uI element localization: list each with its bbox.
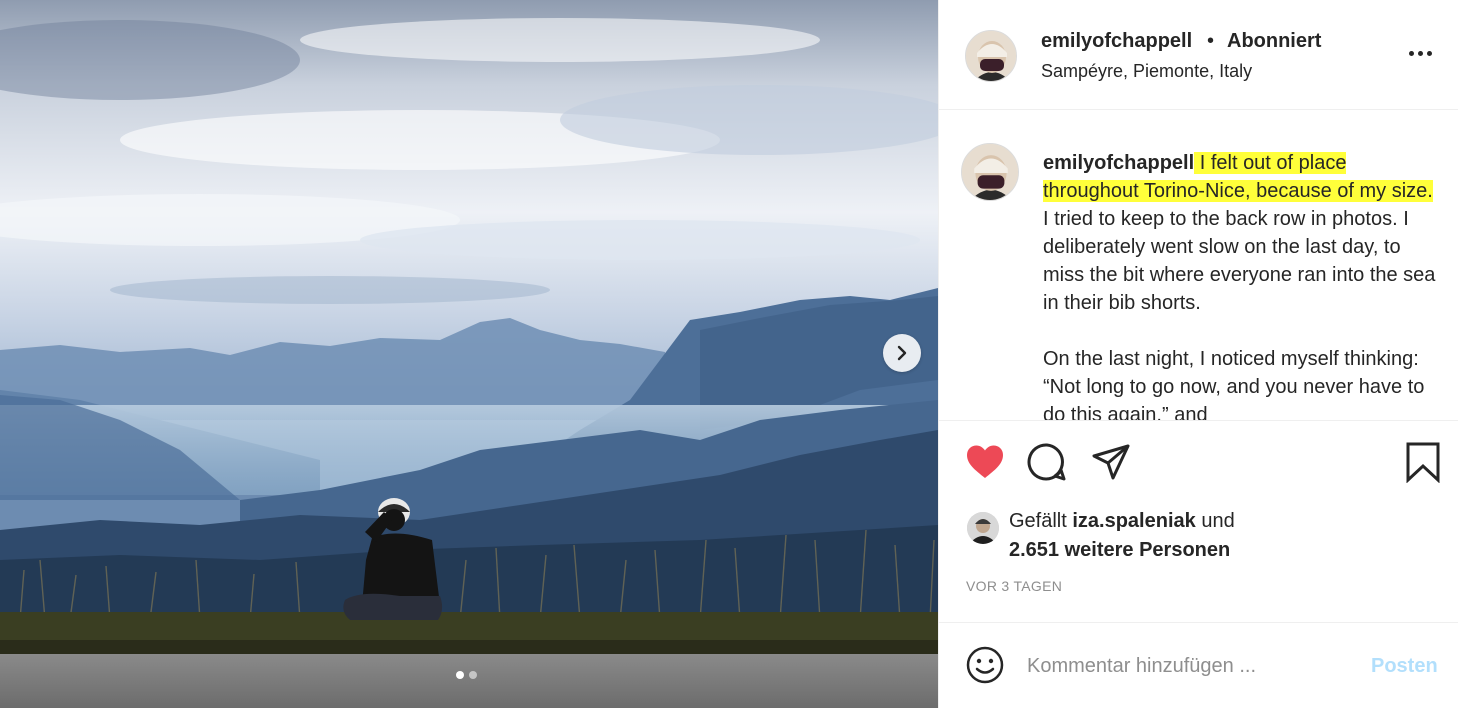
header-separator: • xyxy=(1207,30,1215,52)
likes-connector: und xyxy=(1195,510,1235,532)
post-photo[interactable] xyxy=(0,0,938,708)
likes-prefix: Gefällt xyxy=(1009,510,1073,532)
carousel-indicator xyxy=(456,671,477,679)
comment-button[interactable] xyxy=(1025,440,1069,484)
post-location[interactable]: Sampéyre, Piemonte, Italy xyxy=(1041,61,1252,82)
liker-photo xyxy=(967,512,999,544)
post-caption: emilyofchappell I felt out of place thro… xyxy=(1043,149,1441,421)
next-image-button[interactable] xyxy=(883,334,921,372)
post-side-panel: emilyofchappell • Abonniert Sampéyre, Pi… xyxy=(938,0,1458,708)
caption-text: I tried to keep to the back row in photo… xyxy=(1043,208,1436,314)
share-button[interactable] xyxy=(1089,440,1133,484)
paper-plane-icon xyxy=(1092,444,1130,480)
caption-username[interactable]: emilyofchappell xyxy=(1043,152,1194,174)
post-comment-button[interactable]: Posten xyxy=(1371,655,1438,678)
author-avatar[interactable] xyxy=(965,30,1017,82)
likes-line-1: Gefällt iza.spaleniak und xyxy=(1009,510,1235,533)
caption-paragraph-2: On the last night, I noticed myself thin… xyxy=(1043,348,1425,421)
comment-bubble-icon xyxy=(1027,443,1066,481)
author-username[interactable]: emilyofchappell xyxy=(1041,30,1192,53)
liker-username[interactable]: iza.spaleniak xyxy=(1072,510,1195,532)
more-horizontal-icon xyxy=(1408,50,1414,56)
profile-photo xyxy=(966,31,1016,81)
comment-input[interactable] xyxy=(1027,651,1327,681)
mountain-landscape-image xyxy=(0,0,938,708)
caption-section: emilyofchappell I felt out of place thro… xyxy=(939,111,1458,421)
bookmark-icon xyxy=(1406,442,1440,483)
profile-photo xyxy=(962,144,1018,200)
heart-filled-icon xyxy=(967,445,1003,478)
like-button[interactable] xyxy=(963,440,1007,484)
likes-count-link[interactable]: 2.651 weitere Personen xyxy=(1009,539,1230,562)
post-header: emilyofchappell • Abonniert Sampéyre, Pi… xyxy=(939,0,1458,110)
chevron-right-icon xyxy=(897,345,907,361)
action-bar xyxy=(939,440,1458,488)
post-timestamp[interactable]: VOR 3 TAGEN xyxy=(966,578,1062,594)
comment-bar: Posten xyxy=(939,622,1458,708)
more-options-button[interactable] xyxy=(1407,40,1433,66)
liker-avatar[interactable] xyxy=(967,512,999,544)
carousel-dot xyxy=(469,671,477,679)
emoji-icon[interactable] xyxy=(965,645,1005,685)
follow-status-button[interactable]: Abonniert xyxy=(1227,30,1321,53)
save-button[interactable] xyxy=(1401,440,1445,484)
carousel-dot-active xyxy=(456,671,464,679)
caption-author-avatar[interactable] xyxy=(961,143,1019,201)
